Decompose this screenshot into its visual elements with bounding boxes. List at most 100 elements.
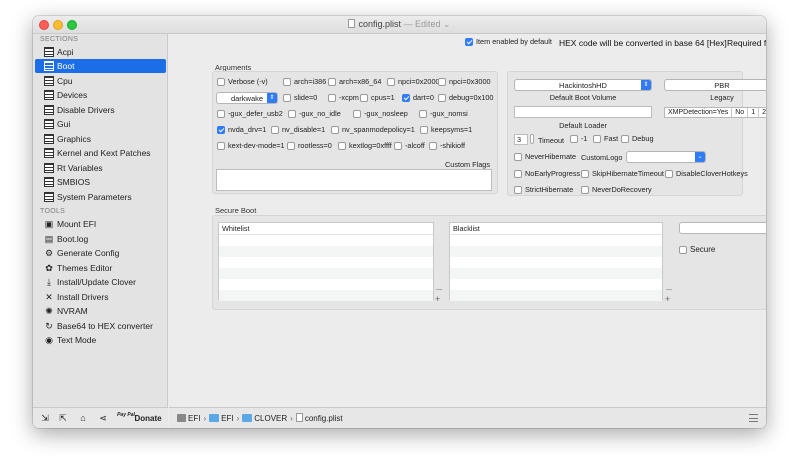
arg-kextlog[interactable]: kextlog=0xffff bbox=[338, 141, 392, 151]
arg-arch-x86-64[interactable]: arch=x86_64 bbox=[328, 77, 381, 87]
tool-boot-log[interactable]: ▤ Boot.log bbox=[35, 232, 166, 246]
gear-icon: ⚙ bbox=[44, 248, 54, 258]
arg-shikioff[interactable]: -shikioff bbox=[429, 141, 465, 151]
tool-base64-to-hex[interactable]: ↻ Base64 to HEX converter bbox=[35, 319, 166, 333]
arg-verbose[interactable]: Verbose (-v) bbox=[217, 77, 268, 87]
list-icon bbox=[44, 133, 54, 144]
disable-clover-hotkeys-checkbox[interactable]: DisableCloverHotkeys bbox=[665, 169, 748, 179]
arg-keepsyms-1[interactable]: keepsyms=1 bbox=[420, 125, 472, 135]
sidebar-item-kernel-and-kext-patches[interactable]: Kernel and Kext Patches bbox=[35, 146, 166, 160]
arg-xcpm[interactable]: -xcpm bbox=[328, 93, 359, 103]
tool-generate-config[interactable]: ⚙ Generate Config bbox=[35, 246, 166, 260]
whitelist-table[interactable]: Whitelist bbox=[218, 222, 434, 301]
timeout-minus-one-checkbox[interactable]: -1 bbox=[570, 134, 588, 144]
list-icon bbox=[44, 104, 54, 115]
table-row[interactable] bbox=[450, 268, 662, 279]
no-early-progress-checkbox[interactable]: NoEarlyProgress bbox=[514, 169, 580, 179]
whitelist-add-button[interactable]: + bbox=[435, 295, 440, 304]
sidebar-item-graphics[interactable]: Graphics bbox=[35, 132, 166, 146]
export-icon[interactable]: ⇱ bbox=[57, 412, 69, 425]
table-row[interactable] bbox=[450, 279, 662, 290]
xmp-no-segment[interactable]: No bbox=[732, 108, 749, 117]
darkwake-popup[interactable]: darkwake ⇕ bbox=[216, 92, 278, 104]
timeout-stepper[interactable] bbox=[530, 134, 534, 144]
share-icon[interactable]: ⋖ bbox=[97, 412, 109, 425]
table-row[interactable] bbox=[219, 290, 433, 301]
tool-nvram[interactable]: ✺ NVRAM bbox=[35, 304, 166, 318]
file-icon bbox=[295, 413, 303, 422]
arg-slide-0[interactable]: slide=0 bbox=[283, 93, 317, 103]
debug-checkbox[interactable]: Debug bbox=[621, 134, 654, 144]
tool-mount-efi[interactable]: ▣ Mount EFI bbox=[35, 217, 166, 231]
table-row[interactable] bbox=[219, 257, 433, 268]
arg-nvda-drv-1[interactable]: nvda_drv=1 bbox=[217, 125, 266, 135]
table-row[interactable] bbox=[450, 235, 662, 246]
arg-dart-0[interactable]: dart=0 bbox=[402, 93, 434, 103]
arg-debug-0x100[interactable]: debug=0x100 bbox=[438, 93, 493, 103]
tool-install-drivers[interactable]: ✕ Install Drivers bbox=[35, 290, 166, 304]
sidebar-item-disable-drivers[interactable]: Disable Drivers bbox=[35, 103, 166, 117]
arg-arch-i386[interactable]: arch=i386 bbox=[283, 77, 326, 87]
arg-gux-no-idle[interactable]: -gux_no_idle bbox=[288, 109, 341, 119]
arg-npci-3000[interactable]: npci=0x3000 bbox=[438, 77, 491, 87]
secure-boot-policy-popup[interactable]: ⇕ bbox=[679, 222, 766, 234]
arg-rootless-0[interactable]: rootless=0 bbox=[287, 141, 332, 151]
arguments-group: Verbose (-v) arch=i386 arch=x86_64 npci=… bbox=[212, 71, 498, 194]
sidebar-item-system-parameters[interactable]: System Parameters bbox=[35, 190, 166, 204]
xmp-detection-segmented[interactable]: XMPDetection=Yes No 1 2 bbox=[664, 107, 766, 118]
blacklist-table[interactable]: Blacklist bbox=[449, 222, 663, 301]
custom-logo-popup[interactable]: ⌄ bbox=[626, 151, 706, 163]
arg-kext-dev-mode-1[interactable]: kext-dev-mode=1 bbox=[217, 141, 285, 151]
secure-boot-label: Secure Boot bbox=[215, 206, 257, 215]
arg-gux-nomsi[interactable]: -gux_nomsi bbox=[419, 109, 468, 119]
menu-icon[interactable] bbox=[749, 414, 758, 422]
tool-themes-editor[interactable]: ✿ Themes Editor bbox=[35, 261, 166, 275]
never-hibernate-checkbox[interactable]: NeverHibernate bbox=[514, 152, 576, 162]
blacklist-add-button[interactable]: + bbox=[665, 295, 670, 304]
sidebar-item-gui[interactable]: Gui bbox=[35, 117, 166, 131]
arg-gux-defer-usb2[interactable]: -gux_defer_usb2 bbox=[217, 109, 283, 119]
arg-gux-nosleep[interactable]: -gux_nosleep bbox=[353, 109, 408, 119]
default-loader-field[interactable] bbox=[514, 106, 652, 118]
custom-flags-field[interactable] bbox=[216, 169, 492, 191]
skip-hibernate-timeout-checkbox[interactable]: SkipHibernateTimeout bbox=[581, 169, 664, 179]
download-icon: ⤓ bbox=[47, 277, 51, 287]
home-icon[interactable]: ⌂ bbox=[77, 412, 89, 425]
arg-nv-spanmodepolicy-1[interactable]: nv_spanmodepolicy=1 bbox=[331, 125, 415, 135]
table-row[interactable] bbox=[450, 257, 662, 268]
sidebar-item-devices[interactable]: Devices bbox=[35, 88, 166, 102]
eye-icon: ◉ bbox=[45, 335, 53, 345]
legacy-popup[interactable]: PBR⇕ bbox=[664, 79, 766, 91]
arg-alcoff[interactable]: -alcoff bbox=[394, 141, 425, 151]
xmp-2-segment[interactable]: 2 bbox=[759, 108, 766, 117]
tool-install-update-clover[interactable]: ⤓ Install/Update Clover bbox=[35, 275, 166, 289]
xmp-1-segment[interactable]: 1 bbox=[748, 108, 760, 117]
sidebar-item-smbios[interactable]: SMBIOS bbox=[35, 175, 166, 189]
table-row[interactable] bbox=[219, 268, 433, 279]
sidebar-item-rt-variables[interactable]: Rt Variables bbox=[35, 161, 166, 175]
strict-hibernate-checkbox[interactable]: StrictHibernate bbox=[514, 185, 573, 195]
table-row[interactable] bbox=[219, 235, 433, 246]
folder-icon bbox=[209, 414, 220, 422]
list-icon bbox=[44, 75, 54, 86]
sidebar-item-acpi[interactable]: Acpi bbox=[35, 45, 166, 59]
donate-button[interactable]: Donate bbox=[133, 412, 163, 425]
sidebar-item-boot[interactable]: Boot bbox=[35, 59, 166, 73]
arg-nv-disable-1[interactable]: nv_disable=1 bbox=[271, 125, 325, 135]
default-boot-volume-popup[interactable]: HackintoshHD ⇕ bbox=[514, 79, 652, 91]
table-row[interactable] bbox=[219, 246, 433, 257]
tool-text-mode[interactable]: ◉ Text Mode bbox=[35, 333, 166, 347]
table-row[interactable] bbox=[450, 290, 662, 301]
never-do-recovery-checkbox[interactable]: NeverDoRecovery bbox=[581, 185, 652, 195]
sidebar-item-cpu[interactable]: Cpu bbox=[35, 74, 166, 88]
secure-checkbox[interactable]: Secure bbox=[679, 245, 715, 255]
fast-checkbox[interactable]: Fast bbox=[593, 134, 618, 144]
arg-cpus-1[interactable]: cpus=1 bbox=[360, 93, 395, 103]
xmp-yes-segment[interactable]: XMPDetection=Yes bbox=[665, 108, 733, 117]
arg-npci-2000[interactable]: npci=0x2000 bbox=[387, 77, 440, 87]
table-row[interactable] bbox=[450, 246, 662, 257]
import-icon[interactable]: ⇲ bbox=[39, 412, 51, 425]
timeout-field[interactable]: 3 bbox=[514, 134, 528, 145]
chip-icon: ✺ bbox=[45, 306, 53, 316]
table-row[interactable] bbox=[219, 279, 433, 290]
